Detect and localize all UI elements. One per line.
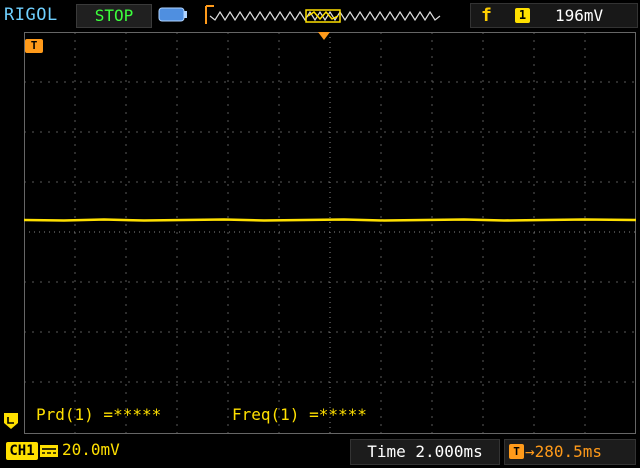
trigger-offset-display[interactable]: T →280.5ms <box>504 439 636 465</box>
dc-coupling-icon <box>40 445 58 457</box>
frequency-measurement: Freq(1) =***** <box>232 405 367 424</box>
volts-per-div[interactable]: 20.0mV <box>62 440 120 459</box>
trigger-channel-badge: 1 <box>515 8 530 23</box>
memory-depth-icon <box>158 7 187 22</box>
trigger-offset-value: →280.5ms <box>525 442 603 461</box>
channel1-ground-marker[interactable] <box>4 413 18 429</box>
timebase-display[interactable]: Time 2.000ms <box>350 439 500 465</box>
rising-edge-icon: f <box>481 5 492 26</box>
run-stop-button[interactable]: STOP <box>76 4 152 28</box>
trigger-offset-icon: T <box>509 444 524 459</box>
status-bar: RIGOL STOP f 1 196mV <box>0 0 640 30</box>
trigger-level-marker[interactable]: T <box>25 39 43 53</box>
trigger-level-value: 196mV <box>555 6 604 25</box>
waveform-display[interactable] <box>24 32 636 434</box>
period-measurement: Prd(1) =***** <box>36 405 162 424</box>
memory-position-strip[interactable] <box>204 4 444 26</box>
trigger-status-box[interactable]: f 1 196mV <box>470 3 638 28</box>
brand-logo: RIGOL <box>4 5 58 25</box>
channel1-badge[interactable]: CH1 <box>6 442 38 460</box>
channel1-trace <box>24 218 636 222</box>
